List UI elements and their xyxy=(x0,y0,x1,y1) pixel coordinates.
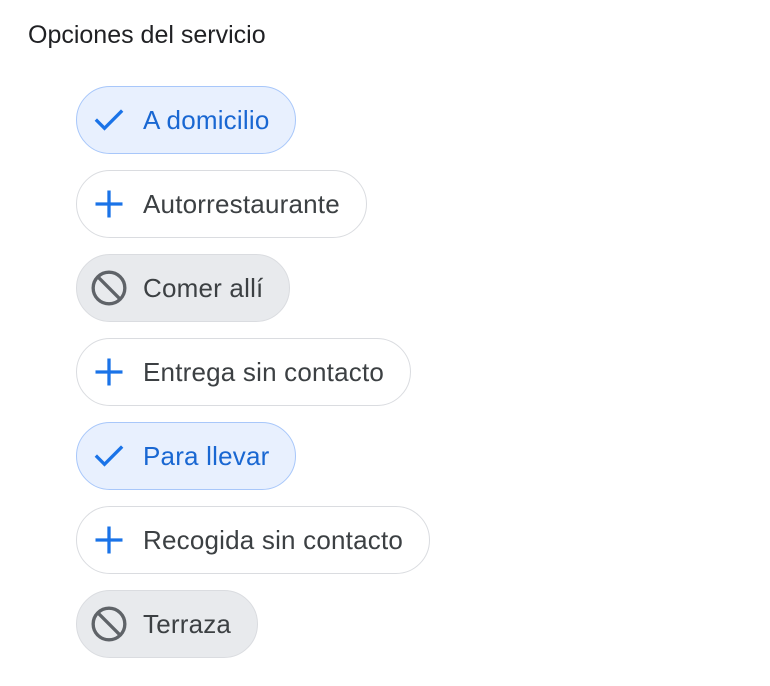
plus-icon xyxy=(89,184,129,224)
option-chip-entrega-sin-contacto[interactable]: Entrega sin contacto xyxy=(76,338,412,406)
block-icon xyxy=(89,268,129,308)
option-label: Para llevar xyxy=(143,441,270,471)
plus-icon xyxy=(89,520,129,560)
option-chip-autorrestaurante[interactable]: Autorrestaurante xyxy=(76,170,367,238)
option-chip-comer-alli[interactable]: Comer allí xyxy=(76,254,291,322)
check-icon xyxy=(89,436,129,476)
option-label: Recogida sin contacto xyxy=(143,525,404,555)
option-chip-a-domicilio[interactable]: A domicilio xyxy=(76,86,297,154)
option-label: Autorrestaurante xyxy=(143,189,340,219)
option-label: Comer allí xyxy=(143,273,264,303)
plus-icon xyxy=(89,352,129,392)
option-label: Entrega sin contacto xyxy=(143,357,385,387)
block-icon xyxy=(89,604,129,644)
option-label: Terraza xyxy=(143,609,232,639)
option-chip-para-llevar[interactable]: Para llevar xyxy=(76,422,297,490)
option-label: A domicilio xyxy=(143,105,270,135)
section-title: Opciones del servicio xyxy=(28,21,266,49)
option-chip-terraza[interactable]: Terraza xyxy=(76,590,259,658)
check-icon xyxy=(89,100,129,140)
option-chip-recogida-sin-contacto[interactable]: Recogida sin contacto xyxy=(76,506,431,574)
service-options-list: A domicilio Autorrestaurante Comer allí … xyxy=(76,86,431,658)
